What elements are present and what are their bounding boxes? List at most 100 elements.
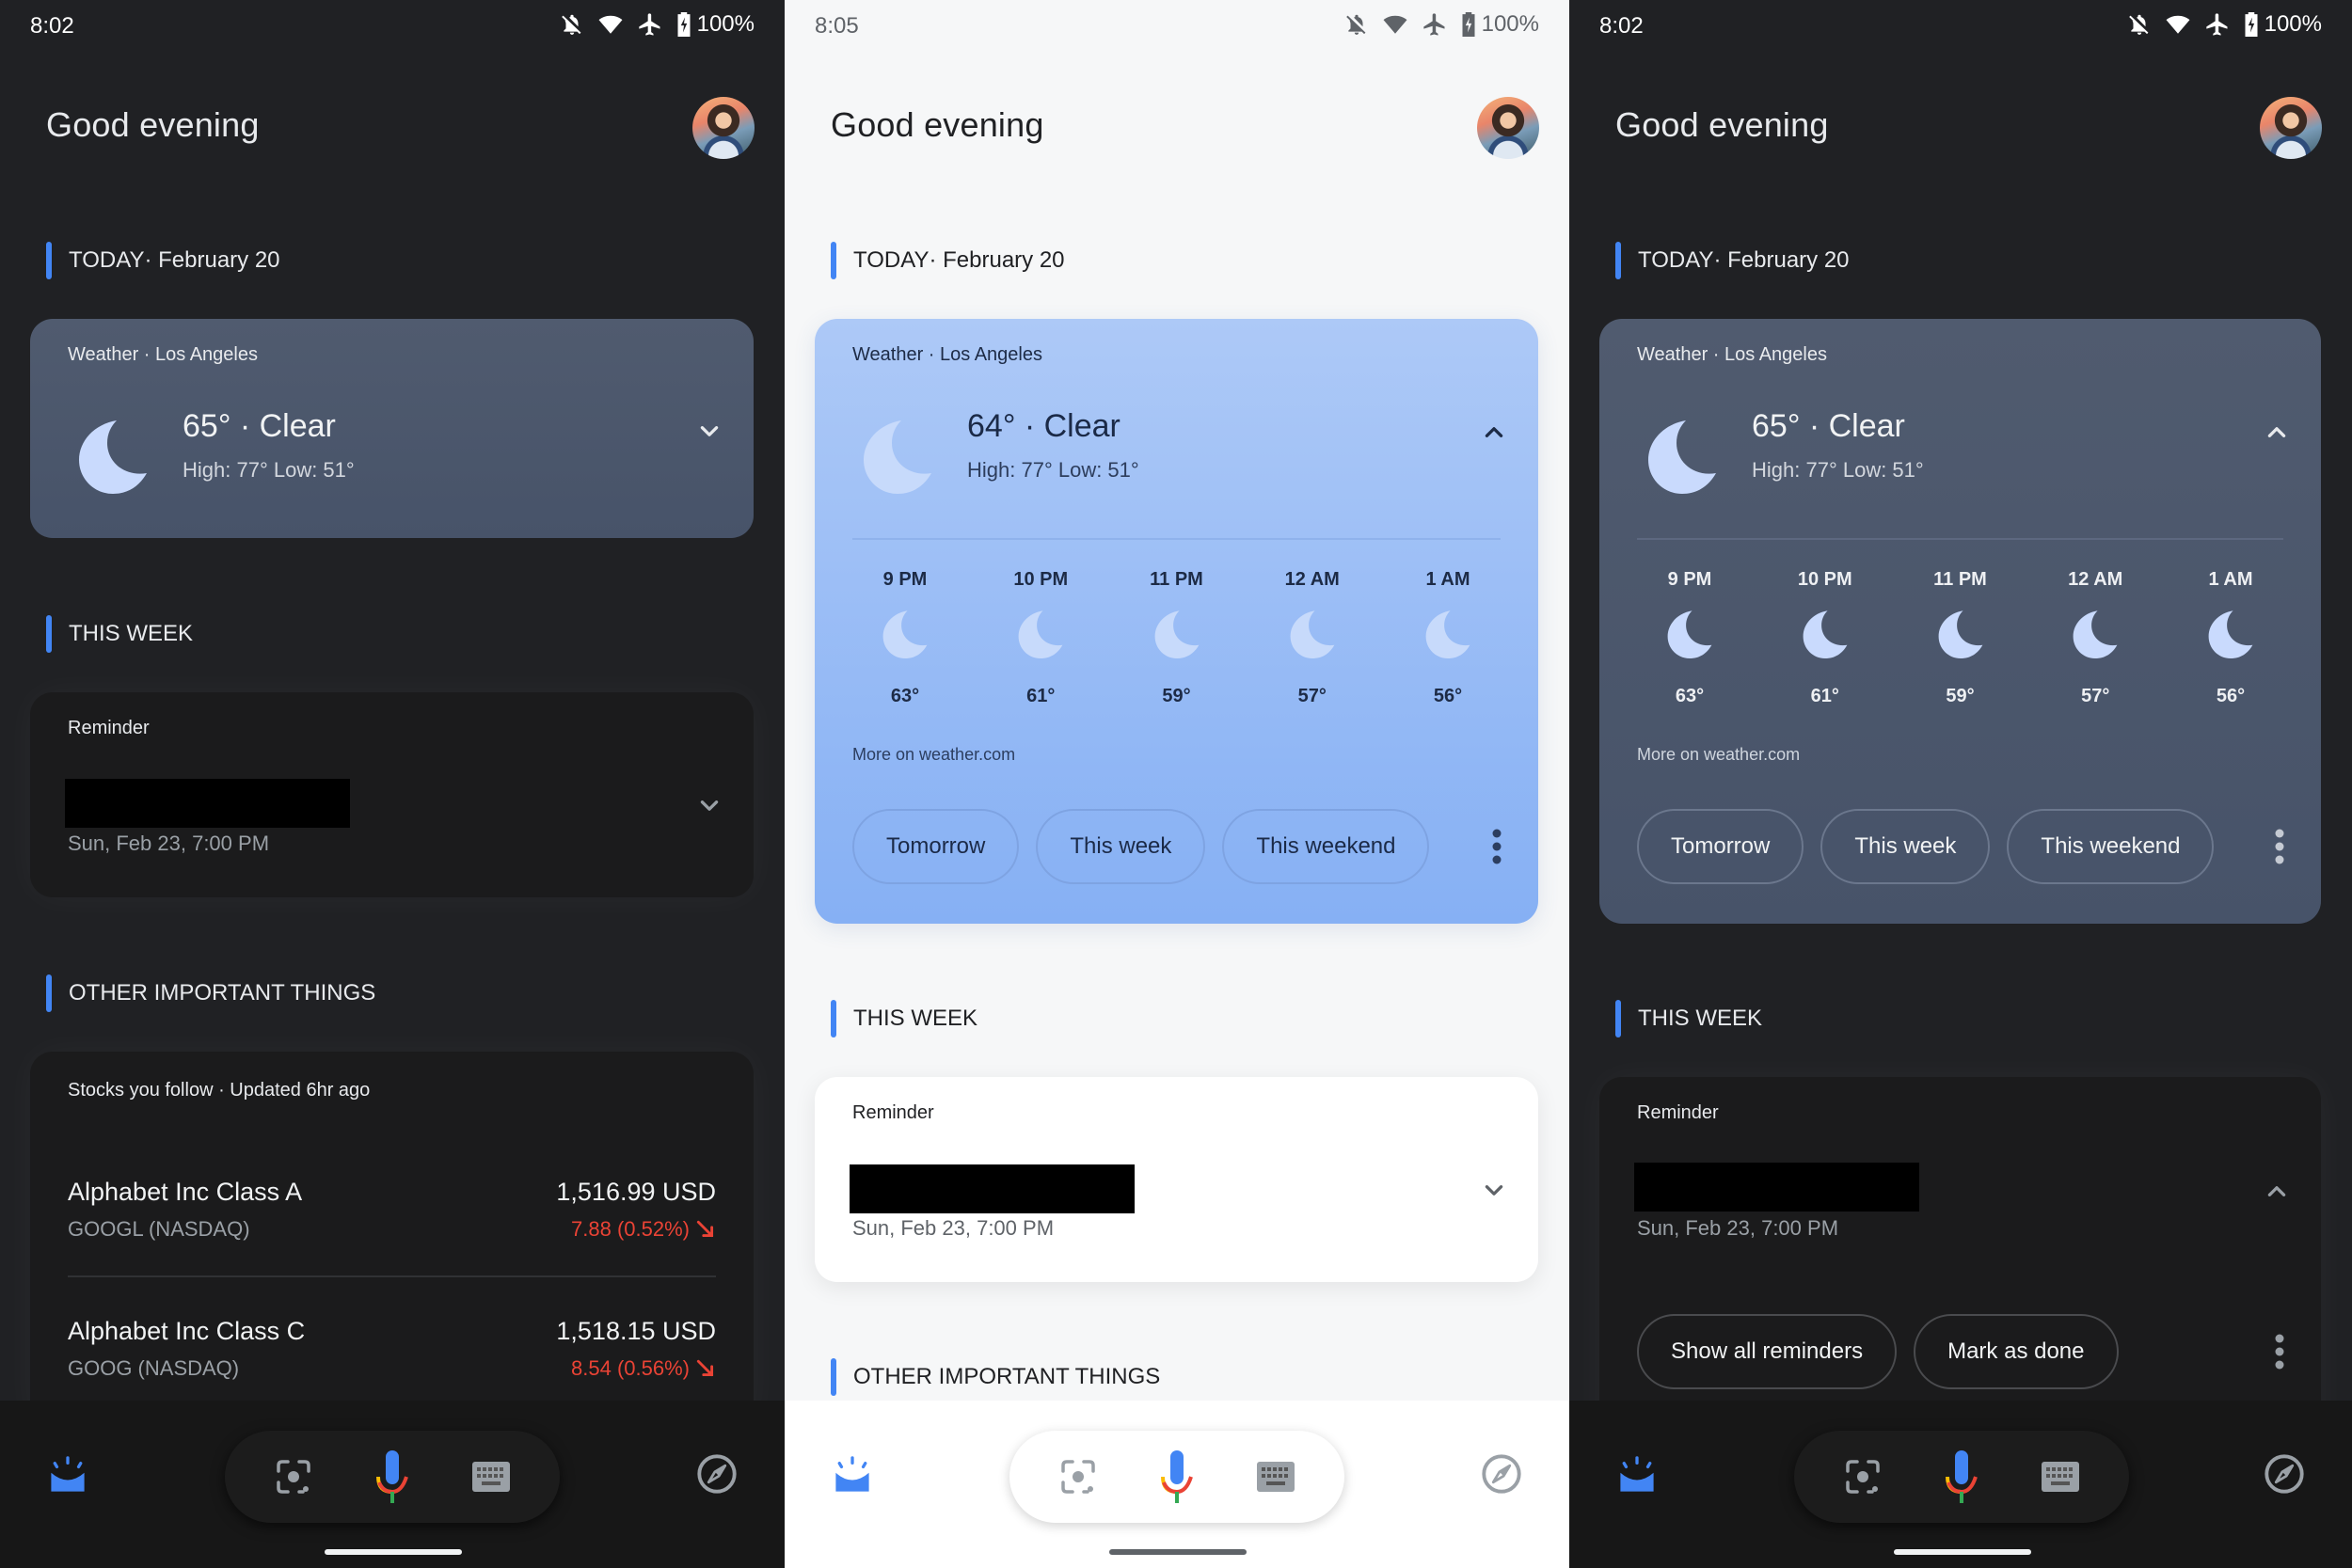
battery-percent: 100%	[2264, 11, 2322, 37]
chip-this-week[interactable]: This week	[1820, 809, 1991, 884]
reminder-card[interactable]: Reminder Sun, Feb 23, 7:00 PM	[815, 1077, 1538, 1282]
explore-compass-icon[interactable]	[2264, 1453, 2305, 1495]
reminder-label: Reminder	[1637, 1102, 1719, 1123]
mic-button[interactable]	[1153, 1449, 1200, 1505]
assistant-bar	[1009, 1431, 1344, 1523]
weather-temp-condition: 65° · Clear	[1752, 408, 1905, 444]
stock-name: Alphabet Inc Class A	[68, 1178, 303, 1206]
stock-ticker: GOOG (NASDAQ)	[68, 1356, 240, 1380]
home-indicator[interactable]	[325, 1549, 462, 1555]
section-accent-bar	[46, 242, 52, 279]
avatar[interactable]	[692, 97, 755, 159]
section-other-important: OTHER IMPORTANT THINGS	[831, 1358, 1160, 1396]
hour-temp: 56°	[2216, 686, 2246, 706]
keyboard-icon	[1255, 1460, 1296, 1494]
keyboard-icon	[470, 1460, 512, 1494]
bottom-nav	[1569, 1401, 2352, 1568]
chevron-up-icon[interactable]	[2265, 420, 2289, 444]
moon-icon	[1423, 605, 1472, 663]
section-this-week: THIS WEEK	[1615, 1000, 1762, 1037]
reminder-card[interactable]: Reminder Sun, Feb 23, 7:00 PM	[30, 692, 754, 897]
assistant-bar	[225, 1431, 560, 1523]
hour-temp: 63°	[890, 686, 920, 706]
keyboard-button[interactable]	[1252, 1449, 1299, 1505]
chevron-down-icon[interactable]	[697, 794, 722, 818]
bottom-nav	[0, 1401, 785, 1568]
section-date: · February 20	[144, 247, 280, 273]
chevron-down-icon[interactable]	[697, 420, 722, 444]
avatar[interactable]	[1477, 97, 1539, 159]
section-title: THIS WEEK	[69, 621, 194, 646]
section-date: · February 20	[929, 247, 1065, 273]
moon-icon	[75, 417, 151, 496]
mic-icon	[1158, 1449, 1196, 1505]
mic-button[interactable]	[1938, 1449, 1985, 1505]
weather-card[interactable]: Weather · Los Angeles 65° · Clear High: …	[30, 319, 754, 538]
reminder-date: Sun, Feb 23, 7:00 PM	[852, 1216, 1055, 1240]
chevron-down-icon[interactable]	[1482, 1179, 1506, 1203]
keyboard-button[interactable]	[2037, 1449, 2084, 1505]
section-accent-bar	[831, 1358, 836, 1396]
chip-tomorrow[interactable]: Tomorrow	[852, 809, 1020, 884]
chip-tomorrow[interactable]: Tomorrow	[1637, 809, 1804, 884]
keyboard-button[interactable]	[468, 1449, 515, 1505]
chevron-up-icon[interactable]	[1482, 420, 1506, 444]
hourly-item: 9 PM 63°	[1637, 569, 1742, 707]
section-accent-bar	[46, 974, 52, 1012]
mic-icon	[373, 1449, 411, 1505]
airplane-icon	[637, 11, 663, 38]
updates-icon[interactable]	[1616, 1454, 1658, 1496]
greeting: Good evening	[1615, 105, 1829, 144]
more-options-icon[interactable]	[2274, 1333, 2285, 1370]
chip-this-weekend[interactable]: This weekend	[1222, 809, 1430, 884]
hourly-item: 12 AM 57°	[2042, 569, 2148, 707]
lens-button[interactable]	[270, 1449, 317, 1505]
home-indicator[interactable]	[1109, 1549, 1247, 1555]
stock-change: 8.54 (0.56%)	[571, 1356, 716, 1381]
more-on-weather-link[interactable]: More on weather.com	[1637, 745, 1800, 765]
chip-this-week[interactable]: This week	[1036, 809, 1206, 884]
lens-button[interactable]	[1839, 1449, 1886, 1505]
stock-row[interactable]: Alphabet Inc Class C GOOG (NASDAQ) 1,518…	[68, 1317, 716, 1411]
battery-percent: 100%	[1481, 11, 1539, 37]
battery-charging-icon	[676, 12, 691, 37]
moon-icon	[1665, 605, 1714, 663]
hour-temp: 61°	[1810, 686, 1839, 706]
mark-as-done-button[interactable]: Mark as done	[1914, 1314, 2119, 1389]
section-title: OTHER IMPORTANT THINGS	[69, 980, 376, 1006]
redacted-reminder-title	[1634, 1163, 1919, 1212]
stock-row[interactable]: Alphabet Inc Class A GOOGL (NASDAQ) 1,51…	[68, 1178, 716, 1272]
avatar[interactable]	[2260, 97, 2322, 159]
stocks-card: Stocks you follow · Updated 6hr ago Alph…	[30, 1052, 754, 1428]
weather-high-low: High: 77° Low: 51°	[183, 458, 355, 482]
mic-button[interactable]	[369, 1449, 416, 1505]
updates-icon[interactable]	[832, 1454, 873, 1496]
explore-compass-icon[interactable]	[696, 1453, 738, 1495]
status-time: 8:05	[815, 13, 859, 39]
hour-label: 11 PM	[1150, 569, 1203, 590]
more-options-icon[interactable]	[1491, 828, 1502, 865]
battery-charging-icon	[1461, 12, 1476, 37]
show-all-reminders-button[interactable]: Show all reminders	[1637, 1314, 1898, 1389]
hourly-forecast: 9 PM 63° 10 PM 61° 11 PM 59° 12 AM 57° 1 AM 5…	[852, 569, 1501, 707]
hourly-item: 1 AM 56°	[1395, 569, 1501, 707]
updates-icon[interactable]	[47, 1454, 88, 1496]
section-date: · February 20	[1713, 247, 1850, 273]
section-title: THIS WEEK	[1638, 1006, 1763, 1031]
home-indicator[interactable]	[1894, 1549, 2031, 1555]
chevron-up-icon[interactable]	[2265, 1179, 2289, 1203]
more-options-icon[interactable]	[2274, 828, 2285, 865]
more-on-weather-link[interactable]: More on weather.com	[852, 745, 1015, 765]
reminder-label: Reminder	[68, 718, 150, 738]
lens-button[interactable]	[1055, 1449, 1102, 1505]
trend-down-icon	[695, 1219, 716, 1240]
divider	[852, 538, 1501, 540]
chip-this-weekend[interactable]: This weekend	[2007, 809, 2215, 884]
reminder-date: Sun, Feb 23, 7:00 PM	[68, 832, 270, 855]
hour-label: 11 PM	[1933, 569, 1987, 590]
status-bar: 8:02 100%	[0, 0, 785, 55]
panel-dark-collapsed: 8:02 100% Good evening TODAY · February …	[0, 0, 785, 1568]
section-title: TODAY	[1638, 247, 1714, 273]
explore-compass-icon[interactable]	[1481, 1453, 1522, 1495]
section-other-important: OTHER IMPORTANT THINGS	[46, 974, 375, 1012]
